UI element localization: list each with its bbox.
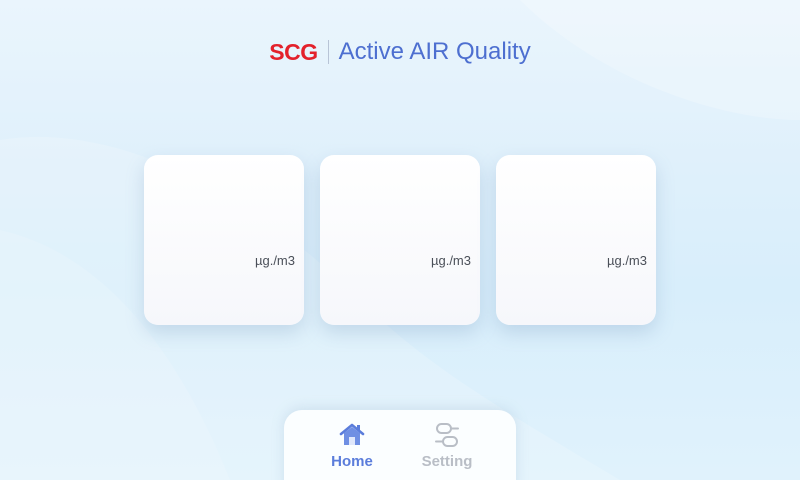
- readings-cards: µg./m3 µg./m3 µg./m3: [144, 155, 656, 325]
- brand-logo: SCG: [269, 38, 318, 65]
- nav-setting-button[interactable]: Setting: [412, 420, 482, 470]
- reading-unit: µg./m3: [430, 253, 471, 268]
- nav-home-button[interactable]: Home: [317, 420, 387, 470]
- app-title: Active AIR Quality: [338, 38, 531, 65]
- reading-unit: µg./m3: [254, 253, 295, 268]
- nav-home-label: Home: [331, 453, 373, 470]
- nav-setting-label: Setting: [421, 453, 473, 470]
- reading-card-2: µg./m3: [320, 155, 480, 325]
- app-header: SCG Active AIR Quality: [0, 38, 800, 66]
- bottom-navigation: Home Setting: [284, 410, 516, 480]
- reading-card-1: µg./m3: [144, 155, 304, 325]
- reading-card-3: µg./m3: [496, 155, 656, 325]
- home-icon: [339, 423, 365, 445]
- settings-icon: [435, 423, 459, 447]
- header-divider: [327, 40, 329, 64]
- reading-unit: µg./m3: [606, 253, 647, 268]
